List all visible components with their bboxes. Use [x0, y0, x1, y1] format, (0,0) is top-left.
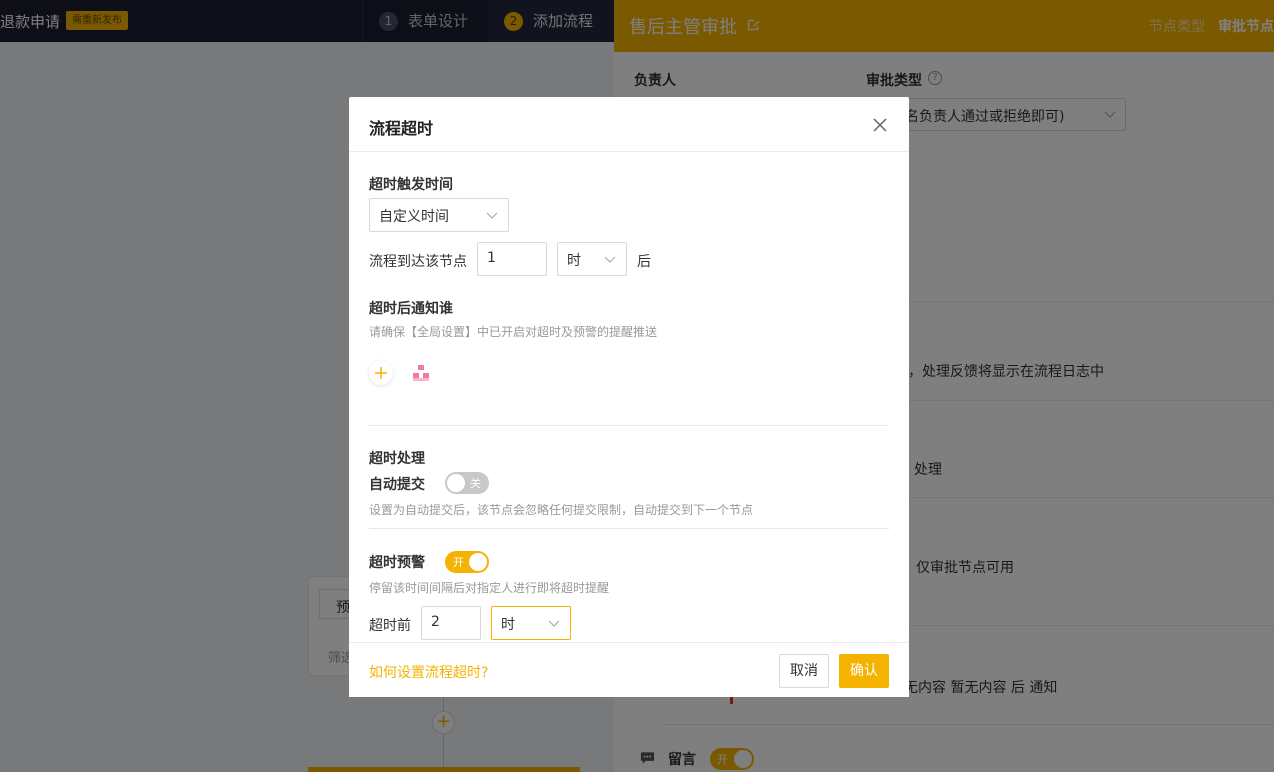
trigger-time-select[interactable]: 自定义时间 — [369, 198, 509, 232]
chevron-down-icon — [486, 212, 498, 219]
arrive-unit-select[interactable]: 时 — [557, 242, 627, 276]
select-value: 时 — [567, 253, 581, 269]
timeout-warning-toggle[interactable]: 开 — [445, 551, 489, 573]
close-icon[interactable] — [873, 118, 887, 132]
before-timeout-label: 超时前 — [369, 618, 411, 634]
select-value: 自定义时间 — [379, 209, 449, 225]
arrive-value-input[interactable]: 1 — [477, 242, 547, 276]
confirm-button[interactable]: 确认 — [839, 654, 889, 688]
input-value: 2 — [431, 614, 440, 630]
timeout-warning-title: 超时预警 — [369, 555, 425, 571]
notify-hint: 请确保【全局设置】中已开启对超时及预警的提醒推送 — [369, 325, 658, 339]
timeout-handle-title: 超时处理 — [369, 451, 425, 467]
modal-header: 流程超时 — [349, 97, 909, 152]
toggle-text: 关 — [470, 477, 481, 490]
plus-icon — [375, 367, 387, 379]
arrive-suffix: 后 — [637, 254, 651, 270]
toggle-knob — [447, 474, 465, 492]
modal-title: 流程超时 — [369, 119, 434, 138]
flow-timeout-modal: 流程超时 超时触发时间 自定义时间 流程到达该节点 1 时 后 超时后通知谁 请… — [349, 97, 909, 697]
auto-submit-label: 自动提交 — [369, 477, 425, 493]
arrive-node-label: 流程到达该节点 — [369, 254, 467, 270]
org-chart-button[interactable] — [409, 361, 433, 385]
auto-submit-hint: 设置为自动提交后，该节点会忽略任何提交限制，自动提交到下一个节点 — [369, 503, 754, 517]
org-chart-icon — [413, 365, 429, 381]
chevron-down-icon — [604, 256, 616, 263]
help-link[interactable]: 如何设置流程超时? — [369, 662, 488, 682]
divider — [369, 528, 889, 529]
auto-submit-toggle[interactable]: 关 — [445, 472, 489, 494]
cancel-button[interactable]: 取消 — [779, 654, 829, 688]
timeout-warning-hint: 停留该时间间隔后对指定人进行即将超时提醒 — [369, 581, 610, 595]
before-unit-select[interactable]: 时 — [491, 606, 571, 640]
before-value-input[interactable]: 2 — [421, 606, 481, 640]
select-value: 时 — [501, 617, 515, 633]
divider — [369, 425, 889, 426]
toggle-text: 开 — [453, 556, 464, 569]
input-value: 1 — [487, 250, 496, 266]
trigger-time-title: 超时触发时间 — [369, 177, 453, 193]
notify-title: 超时后通知谁 — [369, 301, 453, 317]
chevron-down-icon — [548, 620, 560, 627]
toggle-knob — [469, 553, 487, 571]
modal-footer: 如何设置流程超时? 取消 确认 — [349, 642, 909, 697]
add-notify-user-button[interactable] — [369, 361, 393, 385]
